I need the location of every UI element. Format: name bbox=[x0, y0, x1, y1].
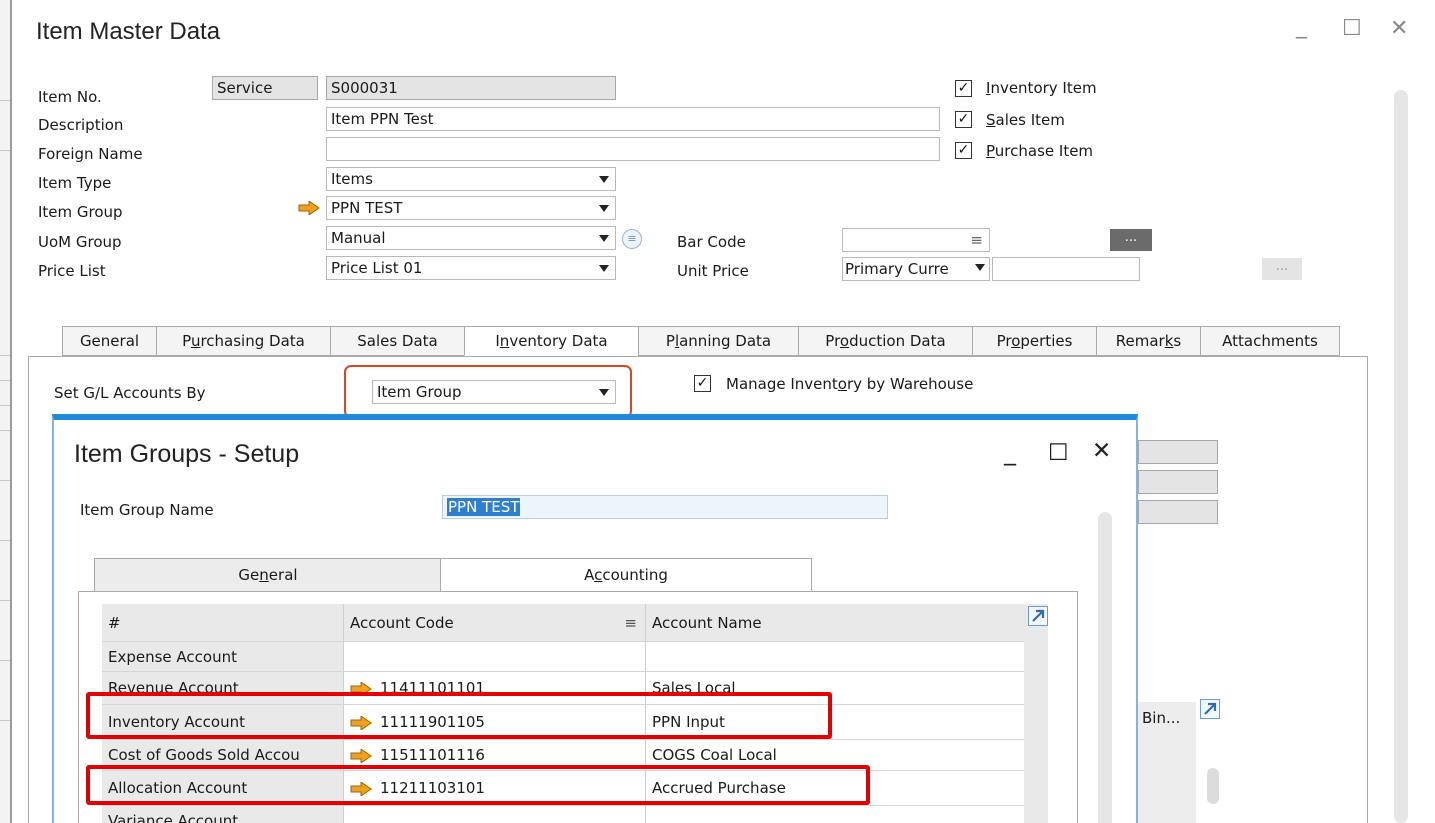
tab-inventory-data[interactable]: Inventory Data bbox=[464, 326, 638, 356]
tab-properties[interactable]: Properties bbox=[972, 326, 1096, 356]
list-icon[interactable]: ≡ bbox=[622, 229, 642, 249]
sales-item-label: Sales Item bbox=[986, 111, 1065, 129]
list-icon[interactable]: ≡ bbox=[970, 229, 983, 251]
item-no-label: Item No. bbox=[38, 88, 102, 106]
bin-column-header: Bin... bbox=[1142, 709, 1181, 727]
dialog-close-button[interactable]: ✕ bbox=[1092, 438, 1111, 464]
chevron-down-icon bbox=[599, 176, 609, 183]
expand-grid-icon[interactable] bbox=[1028, 606, 1048, 626]
unit-price-currency-value: Primary Curre bbox=[845, 260, 949, 278]
column-header-account-code[interactable]: Account Code ≡ bbox=[344, 604, 646, 642]
account-name-cell bbox=[646, 806, 1024, 823]
column-header-account-name: Account Name bbox=[646, 604, 1024, 642]
uom-group-label: UoM Group bbox=[38, 233, 122, 251]
account-code-value: 11511101116 bbox=[380, 746, 485, 764]
item-group-name-field[interactable]: PPN TEST bbox=[442, 495, 888, 519]
item-group-name-label: Item Group Name bbox=[80, 501, 214, 519]
grid-scrollbar[interactable] bbox=[1207, 768, 1219, 804]
hidden-field-1[interactable] bbox=[1138, 440, 1218, 464]
item-groups-setup-dialog: Item Groups - Setup _ ☐ ✕ Item Group Nam… bbox=[52, 414, 1138, 823]
uom-group-select[interactable]: Manual bbox=[326, 226, 616, 250]
item-group-label: Item Group bbox=[38, 203, 123, 221]
item-group-select[interactable]: PPN TEST bbox=[326, 196, 616, 220]
unit-price-field[interactable] bbox=[992, 257, 1140, 281]
bar-code-more-button[interactable]: ... bbox=[1110, 229, 1152, 251]
chevron-down-icon bbox=[599, 235, 609, 242]
tab-purchasing-data[interactable]: Purchasing Data bbox=[156, 326, 330, 356]
tab-planning-data[interactable]: Planning Data bbox=[638, 326, 798, 356]
hidden-field-3[interactable] bbox=[1138, 500, 1218, 524]
unit-price-label: Unit Price bbox=[677, 262, 749, 280]
bar-code-label: Bar Code bbox=[677, 233, 746, 251]
foreign-name-field[interactable] bbox=[326, 137, 940, 161]
column-menu-icon[interactable]: ≡ bbox=[624, 604, 637, 641]
chevron-down-icon bbox=[599, 205, 609, 212]
manage-by-warehouse-checkbox[interactable]: ✓ bbox=[694, 375, 711, 392]
inventory-item-checkbox[interactable]: ✓ bbox=[955, 80, 972, 97]
item-type-label: Item Type bbox=[38, 174, 112, 192]
account-name-cell bbox=[646, 642, 1024, 672]
price-list-label: Price List bbox=[38, 262, 106, 280]
purchase-item-label: Purchase Item bbox=[986, 142, 1094, 160]
item-no-field[interactable]: S000031 bbox=[326, 76, 616, 100]
tab-general[interactable]: General bbox=[62, 326, 156, 356]
account-code-cell[interactable] bbox=[344, 806, 646, 823]
tab-remarks[interactable]: Remarks bbox=[1096, 326, 1200, 356]
purchase-item-checkbox[interactable]: ✓ bbox=[955, 142, 972, 159]
description-field[interactable]: Item PPN Test bbox=[326, 107, 940, 131]
close-button[interactable]: ✕ bbox=[1390, 18, 1408, 40]
sales-item-checkbox[interactable]: ✓ bbox=[955, 111, 972, 128]
account-type-cell: Variance Account bbox=[102, 806, 344, 823]
dialog-tab-general[interactable]: General bbox=[94, 558, 442, 592]
grid-side-gutter bbox=[1024, 604, 1048, 823]
allocation-account-highlight bbox=[86, 765, 870, 805]
inventory-item-label: Inventory Item bbox=[986, 79, 1097, 97]
link-arrow-icon[interactable] bbox=[298, 201, 320, 215]
inventory-account-highlight bbox=[86, 692, 832, 739]
main-scrollbar[interactable] bbox=[1394, 90, 1408, 823]
bar-code-field[interactable]: ≡ bbox=[842, 228, 990, 252]
price-list-select[interactable]: Price List 01 bbox=[326, 256, 616, 280]
column-header-num: # bbox=[102, 604, 344, 642]
tab-attachments[interactable]: Attachments bbox=[1200, 326, 1340, 356]
item-group-value: PPN TEST bbox=[331, 199, 403, 217]
description-label: Description bbox=[38, 116, 124, 134]
dialog-maximize-button[interactable]: ☐ bbox=[1048, 440, 1069, 466]
maximize-button[interactable]: ☐ bbox=[1342, 18, 1362, 40]
gl-accounts-label: Set G/L Accounts By bbox=[54, 384, 206, 402]
price-list-value: Price List 01 bbox=[331, 259, 423, 277]
unit-price-more-button[interactable]: ... bbox=[1262, 258, 1302, 280]
chevron-down-icon bbox=[599, 265, 609, 272]
manage-by-warehouse-label: Manage Inventory by Warehouse bbox=[726, 375, 974, 393]
account-code-cell[interactable] bbox=[344, 642, 646, 672]
dialog-minimize-button[interactable]: _ bbox=[1004, 438, 1016, 466]
item-type-select[interactable]: Items bbox=[326, 167, 616, 191]
unit-price-currency-select[interactable]: Primary Curre bbox=[842, 257, 990, 281]
item-no-series-select[interactable]: Service bbox=[212, 76, 318, 100]
chevron-down-icon bbox=[975, 264, 985, 271]
tab-production-data[interactable]: Production Data bbox=[798, 326, 972, 356]
item-type-value: Items bbox=[331, 170, 373, 188]
main-tab-bar: General Purchasing Data Sales Data Inven… bbox=[62, 326, 1340, 356]
window-title: Item Master Data bbox=[36, 18, 221, 45]
dialog-title: Item Groups - Setup bbox=[74, 440, 300, 468]
gl-accounts-highlight bbox=[344, 365, 632, 418]
uom-group-value: Manual bbox=[331, 229, 386, 247]
column-header-account-code-text: Account Code bbox=[350, 614, 454, 632]
account-type-cell: Expense Account bbox=[102, 642, 344, 672]
dialog-scrollbar[interactable] bbox=[1098, 512, 1112, 823]
background-window-edge bbox=[0, 0, 12, 823]
link-arrow-icon[interactable] bbox=[350, 747, 372, 764]
hidden-field-2[interactable] bbox=[1138, 470, 1218, 494]
tab-sales-data[interactable]: Sales Data bbox=[330, 326, 464, 356]
expand-grid-icon[interactable] bbox=[1200, 699, 1220, 719]
foreign-name-label: Foreign Name bbox=[38, 145, 143, 163]
minimize-button[interactable]: _ bbox=[1296, 16, 1307, 38]
item-group-name-value: PPN TEST bbox=[447, 498, 521, 516]
dialog-tab-accounting[interactable]: Accounting bbox=[440, 558, 812, 592]
